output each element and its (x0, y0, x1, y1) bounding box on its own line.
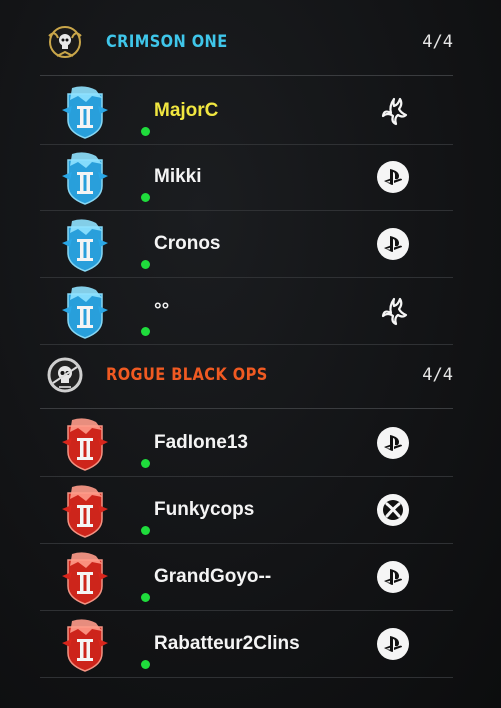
online-status-dot (141, 660, 150, 669)
playstation-icon (377, 628, 409, 660)
xbox-icon (377, 494, 409, 526)
online-status-dot (141, 127, 150, 136)
battlenet-icon (377, 294, 411, 328)
player-row[interactable]: FadIone13 (40, 410, 453, 477)
player-row[interactable]: °° (40, 278, 453, 345)
rank-badge-icon (58, 84, 112, 140)
player-name[interactable]: Mikki (154, 166, 202, 188)
crimson-one-emblem-icon (44, 21, 86, 63)
online-status-dot (141, 327, 150, 336)
playstation-icon (377, 161, 409, 193)
player-row[interactable]: Mikki (40, 144, 453, 211)
online-status-dot (141, 593, 150, 602)
rank-badge-icon (58, 550, 112, 606)
player-row[interactable]: Cronos (40, 211, 453, 278)
team-player-count: 4/4 (422, 365, 453, 385)
rank-badge-icon (58, 483, 112, 539)
playstation-icon (377, 561, 409, 593)
playstation-icon (377, 427, 409, 459)
player-name[interactable]: Cronos (154, 233, 221, 255)
team-name: CRIMSON ONE (106, 32, 228, 52)
player-name[interactable]: MajorC (154, 100, 218, 122)
player-row[interactable]: MajorC (40, 78, 453, 145)
rank-badge-icon (58, 150, 112, 206)
team-header-rogue-black-ops: ROGUE BLACK OPS 4/4 (40, 342, 453, 409)
rank-badge-icon (58, 217, 112, 273)
rank-badge-icon (58, 416, 112, 472)
rank-badge-icon (58, 617, 112, 673)
online-status-dot (141, 459, 150, 468)
team-player-count: 4/4 (422, 32, 453, 52)
playstation-icon (377, 228, 409, 260)
battlenet-icon (377, 94, 411, 128)
rogue-black-ops-emblem-icon (44, 354, 86, 396)
player-name[interactable]: °° (154, 300, 169, 322)
player-name[interactable]: Rabatteur2Clins (154, 633, 300, 655)
online-status-dot (141, 193, 150, 202)
team-name: ROGUE BLACK OPS (106, 365, 268, 385)
online-status-dot (141, 526, 150, 535)
player-row[interactable]: GrandGoyo-- (40, 544, 453, 611)
player-name[interactable]: GrandGoyo-- (154, 566, 271, 588)
rank-badge-icon (58, 284, 112, 340)
player-name[interactable]: FadIone13 (154, 432, 248, 454)
team-header-crimson-one: CRIMSON ONE 4/4 (40, 9, 453, 76)
player-row[interactable]: Funkycops (40, 477, 453, 544)
player-row[interactable]: Rabatteur2Clins (40, 611, 453, 678)
online-status-dot (141, 260, 150, 269)
player-name[interactable]: Funkycops (154, 499, 254, 521)
